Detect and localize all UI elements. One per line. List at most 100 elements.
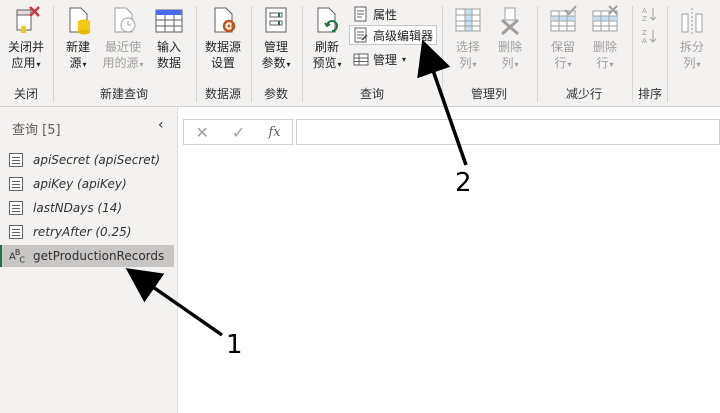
remove-columns-label1: 删除 <box>497 40 522 54</box>
advanced-editor-label: 高级编辑器 <box>373 28 434 43</box>
choose-columns-label2: 列 <box>459 56 472 70</box>
cancel-icon[interactable]: ✕ <box>196 123 209 142</box>
remove-columns-button[interactable]: 删除 列▾ <box>490 4 530 73</box>
advanced-editor-icon <box>353 27 369 43</box>
divider <box>251 6 252 102</box>
data-source-settings-icon <box>207 4 239 36</box>
parameter-icon <box>9 225 23 239</box>
keep-rows-label2: 行 <box>554 56 567 70</box>
divider <box>667 6 668 102</box>
annotation-label-2: 2 <box>455 168 472 198</box>
group-data-source: 数据源 设置 数据源 <box>198 0 248 106</box>
manage-button[interactable]: 管理 ▾ <box>350 49 409 69</box>
parameters-icon <box>260 4 292 36</box>
svg-text:Z: Z <box>642 29 647 37</box>
manage-label: 管理 <box>373 52 398 67</box>
close-apply-icon <box>10 4 42 36</box>
ribbon: 关闭并 应用▾ 关闭 新建 源▾ 最近使 用的源▾ 输入 数据 新建查询 数据源… <box>0 0 720 107</box>
remove-columns-label2: 列 <box>501 56 514 70</box>
query-item-label: retryAfter (0.25) <box>33 225 132 239</box>
group-close: 关闭并 应用▾ 关闭 <box>0 0 52 106</box>
keep-rows-icon <box>547 4 579 36</box>
new-source-label1: 新建 <box>65 40 90 54</box>
divider <box>196 6 197 102</box>
sort-descending-button[interactable]: ZA <box>638 26 664 46</box>
sort-ascending-icon: AZ <box>641 6 657 23</box>
group-new-query: 新建 源▾ 最近使 用的源▾ 输入 数据 新建查询 <box>56 0 192 106</box>
remove-rows-button[interactable]: 删除 行▾ <box>585 4 625 73</box>
remove-rows-label1: 删除 <box>592 40 617 54</box>
split-column-button[interactable]: 拆分 列▾ <box>671 4 713 73</box>
close-apply-button[interactable]: 关闭并 应用▾ <box>4 4 48 73</box>
enter-data-button[interactable]: 输入 数据 <box>150 4 188 71</box>
query-item[interactable]: retryAfter (0.25) <box>2 221 174 243</box>
chevron-down-icon: ▾ <box>514 60 519 69</box>
recent-sources-label2: 用的源 <box>102 56 139 70</box>
query-item[interactable]: lastNDays (14) <box>2 197 174 219</box>
manage-parameters-button[interactable]: 管理 参数▾ <box>255 4 297 73</box>
recent-sources-label1: 最近使 <box>104 40 141 54</box>
refresh-preview-button[interactable]: 刷新 预览▾ <box>308 4 346 73</box>
data-source-settings-button[interactable]: 数据源 设置 <box>200 4 246 71</box>
svg-text:Z: Z <box>642 15 647 22</box>
remove-columns-icon <box>494 4 526 36</box>
group-label-manage-columns: 管理列 <box>470 87 507 101</box>
group-label-parameters: 参数 <box>263 87 288 101</box>
refresh-icon <box>311 4 343 36</box>
close-apply-label2: 应用 <box>11 56 36 70</box>
group-label-sort: 排序 <box>637 87 662 101</box>
chevron-down-icon: ▾ <box>696 60 701 69</box>
properties-icon <box>353 6 369 22</box>
svg-text:A: A <box>642 37 647 44</box>
chevron-down-icon: ▾ <box>139 60 144 69</box>
chevron-down-icon: ▾ <box>82 60 87 69</box>
data-source-settings-label2: 设置 <box>210 56 235 70</box>
query-item[interactable]: apiKey (apiKey) <box>2 173 174 195</box>
parameter-icon <box>9 201 23 215</box>
group-transform: 拆分 列▾ <box>669 0 715 106</box>
choose-columns-icon <box>452 4 484 36</box>
chevron-down-icon: ▾ <box>36 60 41 69</box>
recent-sources-icon <box>107 4 139 36</box>
remove-rows-icon <box>589 4 621 36</box>
query-item-selected[interactable]: ABC getProductionRecords <box>0 245 174 267</box>
refresh-preview-label2: 预览 <box>312 56 337 70</box>
choose-columns-label1: 选择 <box>455 40 480 54</box>
choose-columns-button[interactable]: 选择 列▾ <box>448 4 488 73</box>
group-label-data-source: 数据源 <box>204 87 241 101</box>
chevron-down-icon: ▾ <box>337 60 342 69</box>
query-item[interactable]: apiSecret (apiSecret) <box>2 149 174 171</box>
close-apply-label1: 关闭并 <box>7 40 44 54</box>
chevron-down-icon: ▾ <box>286 60 291 69</box>
table-icon <box>153 4 185 36</box>
recent-sources-button[interactable]: 最近使 用的源▾ <box>100 4 146 73</box>
group-parameters: 管理 参数▾ 参数 <box>253 0 299 106</box>
divider <box>53 6 54 102</box>
formula-input[interactable] <box>296 119 720 145</box>
parameter-icon <box>9 177 23 191</box>
split-column-label2: 列 <box>683 56 696 70</box>
text-type-icon: ABC <box>9 247 25 265</box>
queries-pane: 查询 [5] ‹ apiSecret (apiSecret) apiKey (a… <box>0 107 178 413</box>
divider <box>302 6 303 102</box>
properties-button[interactable]: 属性 <box>350 4 400 24</box>
advanced-editor-button[interactable]: 高级编辑器 <box>349 25 438 45</box>
data-source-settings-label1: 数据源 <box>204 40 241 54</box>
fx-icon[interactable]: fx <box>268 125 280 140</box>
chevron-down-icon: ▾ <box>472 60 477 69</box>
group-label-new-query: 新建查询 <box>99 87 148 101</box>
group-sort: AZ ZA 排序 <box>634 0 666 106</box>
split-column-icon <box>676 4 708 36</box>
properties-label: 属性 <box>373 7 398 22</box>
divider <box>632 6 633 102</box>
new-source-icon <box>62 4 94 36</box>
parameter-icon <box>9 153 23 167</box>
chevron-down-icon: ▾ <box>402 54 407 64</box>
sort-ascending-button[interactable]: AZ <box>638 4 664 24</box>
collapse-pane-icon[interactable]: ‹ <box>158 117 164 133</box>
checkmark-icon[interactable]: ✓ <box>232 123 245 142</box>
group-manage-columns: 选择 列▾ 删除 列▾ 管理列 <box>444 0 534 106</box>
new-source-button[interactable]: 新建 源▾ <box>58 4 98 73</box>
sort-descending-icon: ZA <box>641 28 657 45</box>
keep-rows-button[interactable]: 保留 行▾ <box>543 4 583 73</box>
